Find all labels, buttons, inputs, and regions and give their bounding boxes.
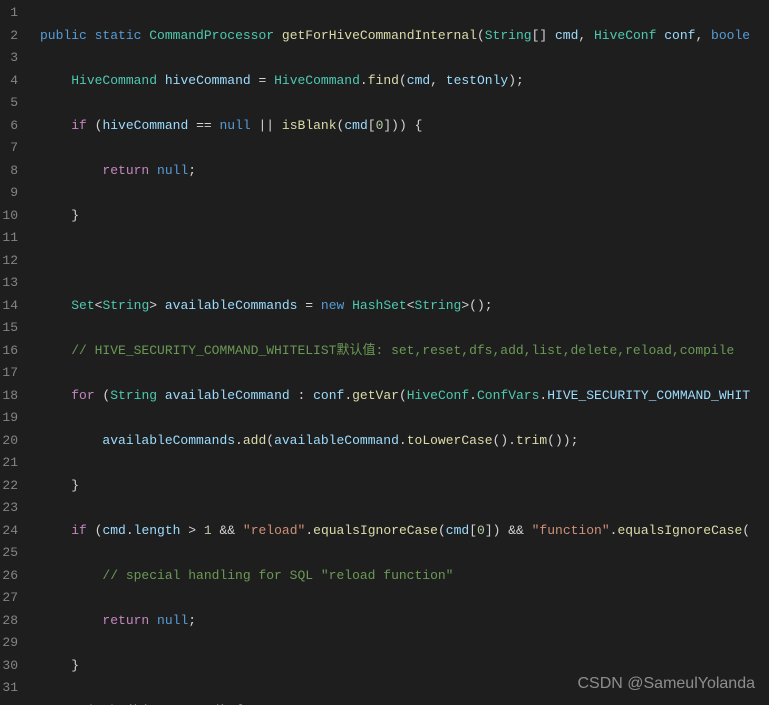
- line-number: 26: [0, 565, 18, 588]
- line-number: 15: [0, 317, 18, 340]
- line-number: 22: [0, 475, 18, 498]
- line-number: 16: [0, 340, 18, 363]
- line-number: 3: [0, 47, 18, 70]
- code-line[interactable]: return null;: [40, 160, 750, 183]
- code-line[interactable]: availableCommands.add(availableCommand.t…: [40, 430, 750, 453]
- code-line[interactable]: switch (hiveCommand) {: [40, 700, 750, 705]
- line-number: 14: [0, 295, 18, 318]
- line-number: 23: [0, 497, 18, 520]
- code-line[interactable]: public static CommandProcessor getForHiv…: [40, 25, 750, 48]
- line-number: 31: [0, 677, 18, 700]
- code-line[interactable]: HiveCommand hiveCommand = HiveCommand.fi…: [40, 70, 750, 93]
- line-number: 12: [0, 250, 18, 273]
- code-line[interactable]: // special handling for SQL "reload func…: [40, 565, 750, 588]
- line-number: 5: [0, 92, 18, 115]
- code-line[interactable]: }: [40, 205, 750, 228]
- line-number: 24: [0, 520, 18, 543]
- line-number: 28: [0, 610, 18, 633]
- line-number: 17: [0, 362, 18, 385]
- line-number: 18: [0, 385, 18, 408]
- code-line[interactable]: [40, 250, 750, 273]
- line-number: 9: [0, 182, 18, 205]
- line-number: 10: [0, 205, 18, 228]
- line-number: 13: [0, 272, 18, 295]
- line-number: 7: [0, 137, 18, 160]
- line-number-gutter: 1 2 3 4 5 6 7 8 9 10 11 12 13 14 15 16 1…: [0, 0, 28, 705]
- line-number: 19: [0, 407, 18, 430]
- line-number: 29: [0, 632, 18, 655]
- code-line[interactable]: Set<String> availableCommands = new Hash…: [40, 295, 750, 318]
- code-line[interactable]: if (hiveCommand == null || isBlank(cmd[0…: [40, 115, 750, 138]
- line-number: 25: [0, 542, 18, 565]
- line-number: 30: [0, 655, 18, 678]
- code-line[interactable]: if (cmd.length > 1 && "reload".equalsIgn…: [40, 520, 750, 543]
- code-line[interactable]: }: [40, 655, 750, 678]
- line-number: 2: [0, 25, 18, 48]
- line-number: 8: [0, 160, 18, 183]
- code-line[interactable]: for (String availableCommand : conf.getV…: [40, 385, 750, 408]
- code-line[interactable]: }: [40, 475, 750, 498]
- line-number: 21: [0, 452, 18, 475]
- line-number: 20: [0, 430, 18, 453]
- code-editor: 1 2 3 4 5 6 7 8 9 10 11 12 13 14 15 16 1…: [0, 0, 769, 705]
- code-line[interactable]: // HIVE_SECURITY_COMMAND_WHITELIST默认值: s…: [40, 340, 750, 363]
- line-number: 1: [0, 2, 18, 25]
- line-number: 4: [0, 70, 18, 93]
- line-number: 27: [0, 587, 18, 610]
- code-line[interactable]: return null;: [40, 610, 750, 633]
- code-area[interactable]: public static CommandProcessor getForHiv…: [28, 0, 750, 705]
- line-number: 11: [0, 227, 18, 250]
- line-number: 6: [0, 115, 18, 138]
